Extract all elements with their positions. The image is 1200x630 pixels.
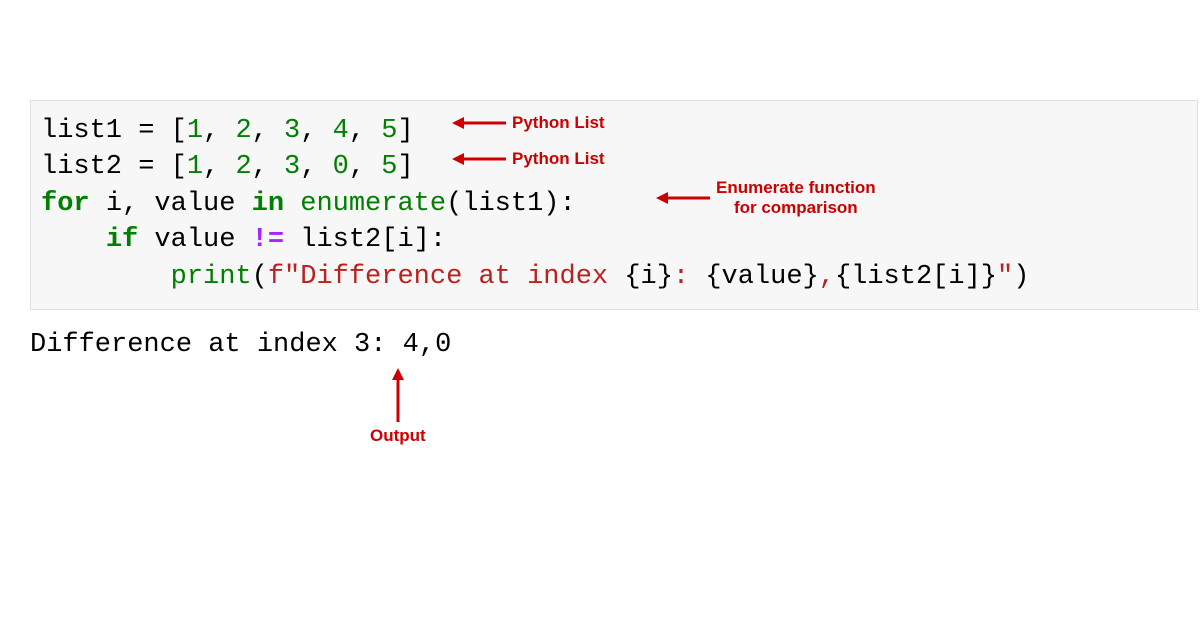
- code-line-2: list2 = [1, 2, 3, 0, 5]: [41, 152, 414, 182]
- code-line-5: print(f"Difference at index {i}: {value}…: [41, 262, 1029, 292]
- arrow-left-icon: [656, 190, 710, 206]
- annotation-list2: Python List: [452, 149, 605, 169]
- code-block: list1 = [1, 2, 3, 4, 5] list2 = [1, 2, 3…: [30, 100, 1198, 310]
- annotation-list1: Python List: [452, 113, 605, 133]
- annotation-label-line2: for comparison: [716, 198, 876, 218]
- output-text: Difference at index 3: 4,0: [30, 330, 451, 360]
- arrow-left-icon: [452, 115, 506, 131]
- annotation-enumerate: Enumerate function for comparison: [656, 178, 876, 217]
- arrow-up-icon: [390, 368, 406, 422]
- code-line-4: if value != list2[i]:: [41, 225, 446, 255]
- annotation-label: Output: [370, 426, 426, 446]
- annotation-label: Python List: [512, 149, 605, 169]
- annotation-label: Python List: [512, 113, 605, 133]
- annotation-label-line1: Enumerate function: [716, 178, 876, 198]
- code-line-1: list1 = [1, 2, 3, 4, 5]: [41, 116, 414, 146]
- annotation-output: Output: [370, 368, 426, 446]
- arrow-left-icon: [452, 151, 506, 167]
- code-line-3: for i, value in enumerate(list1):: [41, 189, 576, 219]
